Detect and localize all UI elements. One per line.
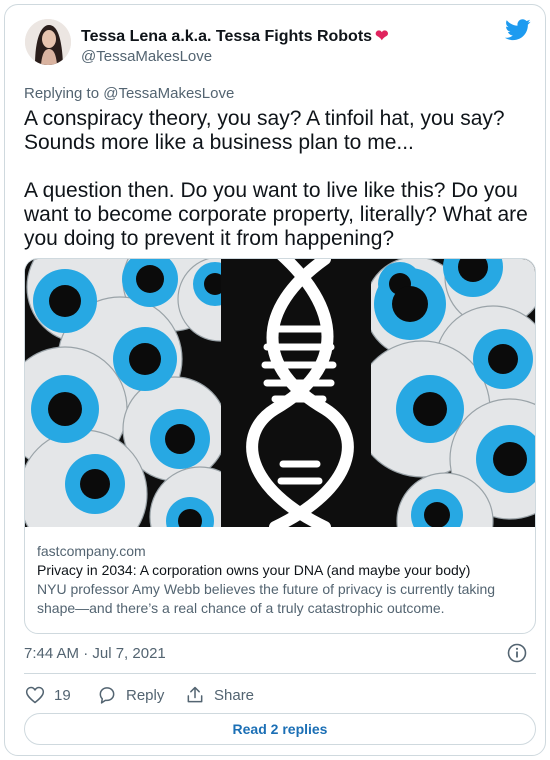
tweet-timestamp[interactable]: 7:44 AM · Jul 7, 2021 (24, 645, 166, 662)
display-name[interactable]: Tessa Lena a.k.a. Tessa Fights Robots ❤ (81, 26, 388, 46)
like-button[interactable]: 19 (25, 684, 71, 706)
reply-button[interactable]: Reply (97, 684, 164, 706)
reply-context[interactable]: Replying to @TessaMakesLove (24, 85, 234, 102)
avatar[interactable] (25, 19, 71, 65)
link-description: NYU professor Amy Webb believes the futu… (37, 581, 496, 616)
link-preview-meta: fastcompany.com Privacy in 2034: A corpo… (37, 542, 527, 618)
user-handle[interactable]: @TessaMakesLove (81, 48, 212, 65)
link-title: Privacy in 2034: A corporation owns your… (37, 562, 471, 578)
tweet-text: A conspiracy theory, you say? A tinfoil … (24, 107, 528, 250)
read-replies-button[interactable]: Read 2 replies (24, 713, 536, 745)
like-count: 19 (54, 686, 71, 704)
twitter-bird-icon[interactable] (505, 19, 531, 41)
display-name-text: Tessa Lena a.k.a. Tessa Fights Robots (81, 28, 373, 45)
avatar-photo (25, 19, 71, 65)
divider (24, 673, 536, 674)
heart-outline-icon (25, 686, 45, 704)
link-preview-image (25, 259, 535, 527)
share-upload-icon (187, 686, 203, 703)
info-icon[interactable] (507, 643, 527, 663)
link-domain: fastcompany.com (37, 543, 146, 559)
read-replies-label: Read 2 replies (232, 721, 328, 737)
reply-label: Reply (126, 686, 165, 704)
share-button[interactable]: Share (185, 684, 254, 706)
tweet-card: Tessa Lena a.k.a. Tessa Fights Robots ❤ @… (4, 4, 546, 756)
share-label: Share (214, 686, 255, 704)
speech-bubble-icon (99, 687, 115, 704)
heart-icon: ❤ (375, 28, 389, 45)
link-preview-card[interactable]: fastcompany.com Privacy in 2034: A corpo… (24, 258, 536, 634)
